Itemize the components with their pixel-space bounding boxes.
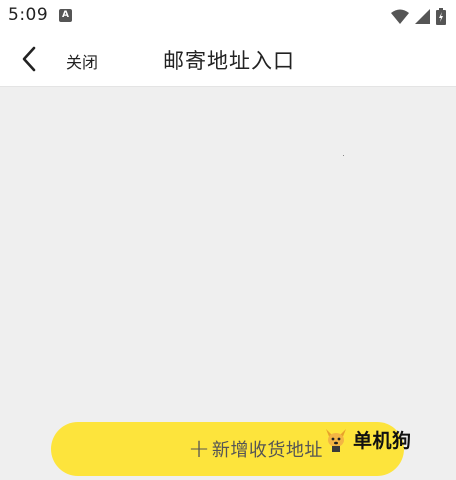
app-header: 关闭 邮寄地址入口	[0, 32, 456, 87]
status-bar: 5:09 A	[0, 0, 456, 32]
add-address-label: 新增收货地址	[211, 440, 323, 461]
chevron-left-icon	[22, 46, 36, 72]
watermark-text: 单机狗	[353, 430, 412, 452]
plus-icon: +	[188, 434, 210, 464]
stray-dot	[343, 155, 344, 156]
close-button[interactable]: 关闭	[66, 49, 98, 73]
notification-icon: A	[59, 9, 72, 22]
wifi-icon	[391, 9, 409, 24]
battery-icon	[436, 7, 446, 25]
dog-logo-icon	[326, 428, 346, 452]
watermark: 单机狗	[322, 426, 412, 453]
signal-icon	[415, 8, 430, 24]
add-address-inner: + 新增收货地址	[188, 436, 323, 462]
status-time: 5:09	[8, 5, 49, 25]
back-button[interactable]	[14, 44, 44, 74]
status-icons	[391, 6, 446, 26]
page-title: 邮寄地址入口	[163, 49, 295, 73]
